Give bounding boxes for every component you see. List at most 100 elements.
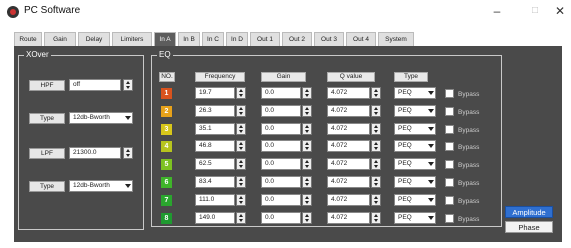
frequency-input[interactable]: 26.3 bbox=[195, 105, 235, 117]
gain-spinner[interactable] bbox=[302, 194, 312, 206]
frequency-input[interactable]: 19.7 bbox=[195, 87, 235, 99]
tab-out-4[interactable]: Out 4 bbox=[346, 32, 376, 46]
frequency-input[interactable]: 62.5 bbox=[195, 158, 235, 170]
gain-spinner[interactable] bbox=[302, 87, 312, 99]
gain-input[interactable]: 0.0 bbox=[261, 194, 301, 206]
type-select[interactable]: PEQ bbox=[394, 194, 436, 206]
frequency-spinner[interactable] bbox=[236, 176, 246, 188]
tab-out-2[interactable]: Out 2 bbox=[282, 32, 312, 46]
tab-limiters[interactable]: Limiters bbox=[112, 32, 152, 46]
type-select[interactable]: PEQ bbox=[394, 87, 436, 99]
q-input[interactable]: 4.072 bbox=[327, 212, 370, 224]
frequency-input[interactable]: 111.0 bbox=[195, 194, 235, 206]
q-input[interactable]: 4.072 bbox=[327, 105, 370, 117]
frequency-spinner[interactable] bbox=[236, 123, 246, 135]
q-input[interactable]: 4.072 bbox=[327, 140, 370, 152]
type-select[interactable]: PEQ bbox=[394, 140, 436, 152]
lpf-input[interactable]: 21300.0 bbox=[69, 147, 121, 159]
gain-spinner[interactable] bbox=[302, 105, 312, 117]
frequency-input[interactable]: 46.8 bbox=[195, 140, 235, 152]
tab-out-3[interactable]: Out 3 bbox=[314, 32, 344, 46]
q-spinner[interactable] bbox=[371, 158, 381, 170]
tab-delay[interactable]: Delay bbox=[78, 32, 110, 46]
gain-spinner[interactable] bbox=[302, 212, 312, 224]
type-select[interactable]: PEQ bbox=[394, 123, 436, 135]
hpf-type-button[interactable]: Type bbox=[29, 113, 65, 124]
frequency-spinner[interactable] bbox=[236, 87, 246, 99]
gain-input[interactable]: 0.0 bbox=[261, 176, 301, 188]
hpf-type-select[interactable]: 12db-Bworth bbox=[69, 112, 133, 124]
type-select[interactable]: PEQ bbox=[394, 105, 436, 117]
q-input[interactable]: 4.072 bbox=[327, 176, 370, 188]
tab-in-b[interactable]: In B bbox=[178, 32, 200, 46]
q-input[interactable]: 4.072 bbox=[327, 194, 370, 206]
q-spinner[interactable] bbox=[371, 140, 381, 152]
frequency-spinner[interactable] bbox=[236, 105, 246, 117]
tab-system[interactable]: System bbox=[378, 32, 414, 46]
gain-spinner[interactable] bbox=[302, 158, 312, 170]
bypass-label: Bypass bbox=[458, 180, 480, 187]
type-select[interactable]: PEQ bbox=[394, 176, 436, 188]
bypass-checkbox[interactable] bbox=[445, 160, 454, 169]
close-button[interactable]: ✕ bbox=[551, 3, 569, 19]
eq-header-frequency: Frequency bbox=[195, 72, 245, 82]
type-select[interactable]: PEQ bbox=[394, 212, 436, 224]
frequency-input[interactable]: 35.1 bbox=[195, 123, 235, 135]
lpf-button[interactable]: LPF bbox=[29, 148, 65, 159]
frequency-spinner[interactable] bbox=[236, 194, 246, 206]
q-spinner[interactable] bbox=[371, 105, 381, 117]
tab-out-1[interactable]: Out 1 bbox=[250, 32, 280, 46]
hpf-button[interactable]: HPF bbox=[29, 80, 65, 91]
bypass-checkbox[interactable] bbox=[445, 142, 454, 151]
bypass-checkbox[interactable] bbox=[445, 214, 454, 223]
xover-title: XOver bbox=[24, 50, 51, 60]
gain-input[interactable]: 0.0 bbox=[261, 158, 301, 170]
frequency-input[interactable]: 149.0 bbox=[195, 212, 235, 224]
q-spinner[interactable] bbox=[371, 87, 381, 99]
q-input[interactable]: 4.072 bbox=[327, 158, 370, 170]
bypass-checkbox[interactable] bbox=[445, 178, 454, 187]
frequency-spinner[interactable] bbox=[236, 140, 246, 152]
hpf-input[interactable]: off bbox=[69, 79, 121, 91]
q-spinner[interactable] bbox=[371, 123, 381, 135]
bypass-checkbox[interactable] bbox=[445, 107, 454, 116]
bypass-checkbox[interactable] bbox=[445, 89, 454, 98]
gain-input[interactable]: 0.0 bbox=[261, 123, 301, 135]
q-spinner[interactable] bbox=[371, 212, 381, 224]
tab-in-a[interactable]: In A bbox=[154, 32, 176, 46]
bypass-checkbox[interactable] bbox=[445, 196, 454, 205]
gain-input[interactable]: 0.0 bbox=[261, 87, 301, 99]
chevron-down-icon bbox=[428, 216, 434, 220]
gain-spinner[interactable] bbox=[302, 176, 312, 188]
q-spinner[interactable] bbox=[371, 194, 381, 206]
bypass-checkbox[interactable] bbox=[445, 125, 454, 134]
tab-gain[interactable]: Gain bbox=[44, 32, 76, 46]
frequency-spinner[interactable] bbox=[236, 212, 246, 224]
q-spinner[interactable] bbox=[371, 176, 381, 188]
q-input[interactable]: 4.072 bbox=[327, 87, 370, 99]
tab-in-c[interactable]: In C bbox=[202, 32, 224, 46]
lpf-spinner[interactable] bbox=[123, 147, 133, 159]
gain-spinner[interactable] bbox=[302, 140, 312, 152]
frequency-input[interactable]: 83.4 bbox=[195, 176, 235, 188]
tab-route[interactable]: Route bbox=[14, 32, 42, 46]
gain-spinner[interactable] bbox=[302, 123, 312, 135]
type-value: PEQ bbox=[398, 178, 412, 185]
band-number: 4 bbox=[161, 141, 172, 152]
phase-button[interactable]: Phase bbox=[505, 221, 553, 233]
q-input[interactable]: 4.072 bbox=[327, 123, 370, 135]
gain-input[interactable]: 0.0 bbox=[261, 140, 301, 152]
type-select[interactable]: PEQ bbox=[394, 158, 436, 170]
minimize-button[interactable]: – bbox=[483, 3, 511, 19]
gain-input[interactable]: 0.0 bbox=[261, 212, 301, 224]
gain-input[interactable]: 0.0 bbox=[261, 105, 301, 117]
frequency-spinner[interactable] bbox=[236, 158, 246, 170]
amplitude-button[interactable]: Amplitude bbox=[505, 206, 553, 218]
eq-header-no: NO. bbox=[159, 72, 175, 82]
lpf-type-button[interactable]: Type bbox=[29, 181, 65, 192]
type-value: PEQ bbox=[398, 196, 412, 203]
maximize-button[interactable]: □ bbox=[521, 3, 549, 19]
lpf-type-select[interactable]: 12db-Bworth bbox=[69, 180, 133, 192]
hpf-spinner[interactable] bbox=[123, 79, 133, 91]
tab-in-d[interactable]: In D bbox=[226, 32, 248, 46]
